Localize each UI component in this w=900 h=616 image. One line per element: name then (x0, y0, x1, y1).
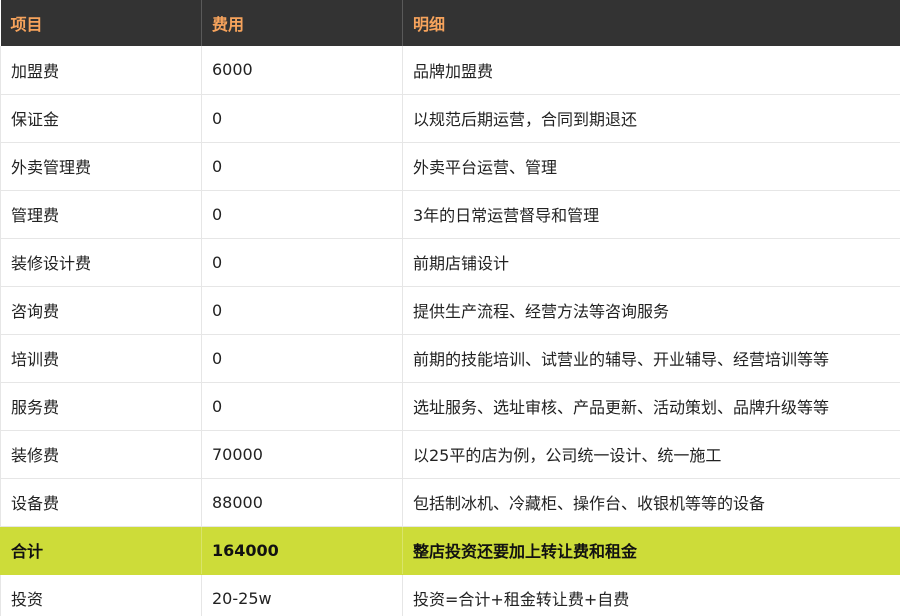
cell-cost: 0 (201, 190, 403, 239)
cell-cost: 88000 (201, 478, 403, 527)
header-detail: 明细 (402, 0, 900, 46)
table-row: 投资 20-25w 投资=合计+租金转让费+自费 (0, 574, 900, 616)
cell-cost: 0 (201, 238, 403, 287)
cell-cost: 20-25w (201, 574, 403, 616)
cell-cost: 0 (201, 142, 403, 191)
cell-detail: 品牌加盟费 (402, 46, 900, 95)
table-row: 加盟费 6000 品牌加盟费 (0, 46, 900, 95)
cell-detail: 前期店铺设计 (402, 238, 900, 287)
table-row: 培训费 0 前期的技能培训、试营业的辅导、开业辅导、经营培训等等 (0, 334, 900, 383)
cell-item: 外卖管理费 (0, 142, 202, 191)
cell-item: 保证金 (0, 94, 202, 143)
cell-cost: 0 (201, 334, 403, 383)
cell-detail: 提供生产流程、经营方法等咨询服务 (402, 286, 900, 335)
table-row: 服务费 0 选址服务、选址审核、产品更新、活动策划、品牌升级等等 (0, 382, 900, 431)
cell-item: 投资 (0, 574, 202, 616)
table-row: 管理费 0 3年的日常运营督导和管理 (0, 190, 900, 239)
cell-item: 培训费 (0, 334, 202, 383)
cell-cost: 70000 (201, 430, 403, 479)
table-row: 外卖管理费 0 外卖平台运营、管理 (0, 142, 900, 191)
cell-item: 装修费 (0, 430, 202, 479)
cell-detail: 包括制冰机、冷藏柜、操作台、收银机等等的设备 (402, 478, 900, 527)
cell-item: 咨询费 (0, 286, 202, 335)
fee-table: 项目 费用 明细 加盟费 6000 品牌加盟费 保证金 0 以规范后期运营，合同… (0, 0, 900, 616)
cell-item: 合计 (0, 526, 202, 575)
cell-item: 设备费 (0, 478, 202, 527)
cell-cost: 164000 (201, 526, 403, 575)
cell-detail: 选址服务、选址审核、产品更新、活动策划、品牌升级等等 (402, 382, 900, 431)
cell-cost: 6000 (201, 46, 403, 95)
cell-detail: 外卖平台运营、管理 (402, 142, 900, 191)
cell-detail: 投资=合计+租金转让费+自费 (402, 574, 900, 616)
table-row: 装修设计费 0 前期店铺设计 (0, 238, 900, 287)
total-row: 合计 164000 整店投资还要加上转让费和租金 (0, 526, 900, 575)
cell-item: 装修设计费 (0, 238, 202, 287)
cell-detail: 3年的日常运营督导和管理 (402, 190, 900, 239)
table-row: 咨询费 0 提供生产流程、经营方法等咨询服务 (0, 286, 900, 335)
cell-cost: 0 (201, 382, 403, 431)
cell-detail: 前期的技能培训、试营业的辅导、开业辅导、经营培训等等 (402, 334, 900, 383)
table-row: 装修费 70000 以25平的店为例，公司统一设计、统一施工 (0, 430, 900, 479)
cell-detail: 整店投资还要加上转让费和租金 (402, 526, 900, 575)
cell-item: 加盟费 (0, 46, 202, 95)
table-row: 保证金 0 以规范后期运营，合同到期退还 (0, 94, 900, 143)
cell-cost: 0 (201, 94, 403, 143)
table-row: 设备费 88000 包括制冰机、冷藏柜、操作台、收银机等等的设备 (0, 478, 900, 527)
cell-item: 管理费 (0, 190, 202, 239)
cell-detail: 以25平的店为例，公司统一设计、统一施工 (402, 430, 900, 479)
header-item: 项目 (0, 0, 202, 46)
cell-item: 服务费 (0, 382, 202, 431)
cell-detail: 以规范后期运营，合同到期退还 (402, 94, 900, 143)
table-header-row: 项目 费用 明细 (0, 0, 900, 46)
header-cost: 费用 (201, 0, 403, 46)
cell-cost: 0 (201, 286, 403, 335)
